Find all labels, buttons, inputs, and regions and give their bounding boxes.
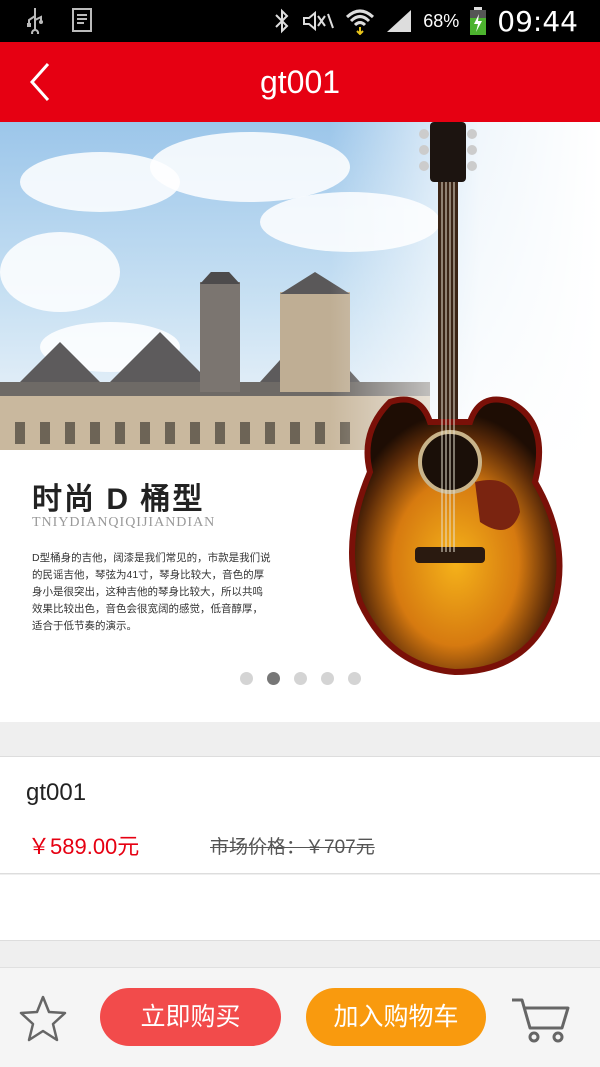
wifi-icon (346, 9, 375, 35)
banner-headline: 时尚 D 桶型 (32, 483, 205, 516)
app-header: gt001 (0, 42, 600, 122)
buy-now-button[interactable]: 立即购买 (100, 988, 281, 1046)
carousel-dot[interactable] (321, 672, 334, 685)
usb-icon (27, 8, 43, 34)
carousel-indicator (240, 672, 361, 685)
mute-icon (303, 10, 335, 32)
product-banner-carousel[interactable]: 时尚 D 桶型 TNIYDIANQIQIJIANDIAN D型桶身的吉他，阔漆是… (0, 122, 600, 722)
product-info: gt001 ￥589.00元 市场价格：￥707元 (0, 756, 600, 874)
banner-subline: TNIYDIANQIQIJIANDIAN (32, 515, 216, 530)
banner-description: D型桶身的吉他，阔漆是我们常见的，市款是我们说的民谣吉他，琴弦为41寸，琴身比较… (32, 552, 271, 632)
product-price: ￥589.00元 (28, 834, 140, 859)
product-name: gt001 (26, 779, 87, 806)
clock: 09:44 (497, 4, 578, 38)
battery-percent: 68% (423, 10, 460, 31)
star-icon[interactable] (17, 994, 69, 1044)
status-bar: 68% 09:44 (0, 0, 600, 42)
market-price: 市场价格：￥707元 (210, 837, 375, 858)
doc-icon (72, 8, 92, 32)
bluetooth-icon (275, 8, 289, 34)
carousel-dot[interactable] (240, 672, 253, 685)
carousel-dot[interactable] (348, 672, 361, 685)
add-to-cart-button[interactable]: 加入购物车 (306, 988, 486, 1046)
bottom-action-bar: 立即购买 加入购物车 (0, 967, 600, 1067)
carousel-dot[interactable] (294, 672, 307, 685)
cart-icon[interactable] (510, 996, 572, 1044)
battery-icon (470, 7, 487, 35)
product-extra-section (0, 875, 600, 941)
signal-icon (387, 10, 412, 32)
carousel-dot-active[interactable] (267, 672, 280, 685)
guitar-image (349, 122, 563, 676)
page-title: gt001 (259, 64, 341, 100)
